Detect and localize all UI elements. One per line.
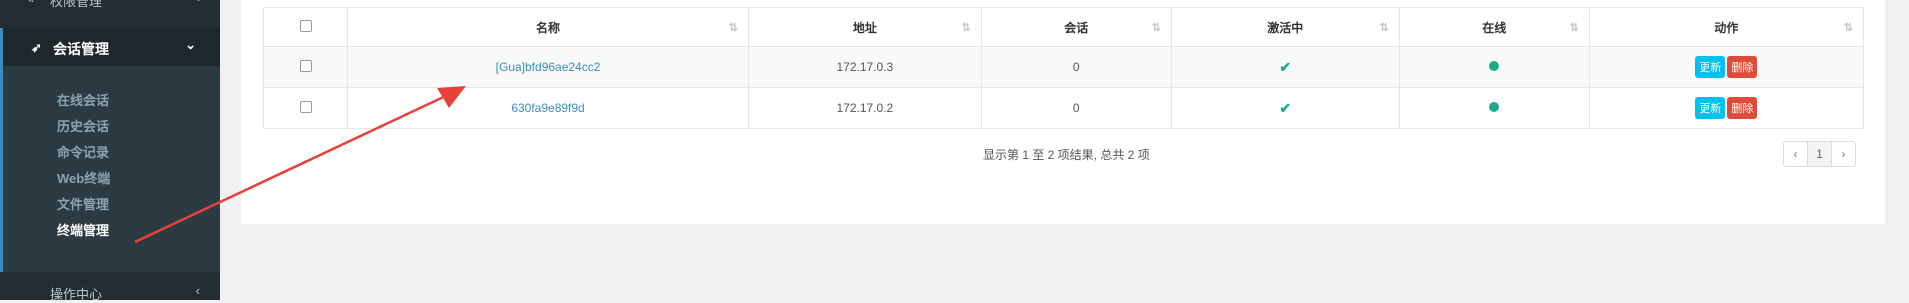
page-1-button[interactable]: 1 <box>1808 142 1832 166</box>
select-all-checkbox[interactable] <box>299 19 312 32</box>
edit-icon: ✎ <box>24 0 35 7</box>
column-header-label: 会话 <box>1064 20 1089 35</box>
sidebar-item-online-sessions[interactable]: 在线会话 <box>57 90 109 109</box>
sort-icon[interactable]: ⇅ <box>1844 21 1853 34</box>
column-header-label: 名称 <box>536 20 561 35</box>
name-cell: [Gua]bfd96ae24cc2 <box>347 46 749 88</box>
next-page-button[interactable]: › <box>1832 142 1855 166</box>
column-header-label: 激活中 <box>1267 20 1304 35</box>
column-header-sessions[interactable]: 会话 ⇅ <box>980 7 1172 47</box>
pagination-summary: 显示第 1 至 2 项结果, 总共 2 项 <box>983 148 1150 162</box>
sidebar-item-web-terminal[interactable]: Web终端 <box>57 168 110 187</box>
sidebar-item-file-management[interactable]: 文件管理 <box>57 194 109 213</box>
sidebar-item-session-management[interactable]: ➶ 会话管理 ⌄ <box>3 28 220 66</box>
column-header-active[interactable]: 激活中 ⇅ <box>1170 7 1400 47</box>
sort-icon[interactable]: ⇅ <box>1152 21 1161 34</box>
sidebar: ✎ 权限管理 ‹ ➶ 会话管理 ⌄ 在线会话 历史会话 命令记录 Web终端 文… <box>0 0 220 302</box>
sort-icon[interactable]: ⇅ <box>729 21 738 34</box>
active-cell: ✔ <box>1170 46 1400 88</box>
column-header-label: 在线 <box>1482 20 1507 35</box>
table-row: 630fa9e89f9d 172.17.0.2 0 ✔ 更新 删除 <box>262 87 1865 129</box>
online-cell <box>1398 46 1590 88</box>
sidebar-item-label: 操作中心 <box>50 287 103 302</box>
column-header-label: 地址 <box>852 20 877 35</box>
table-header-row: 名称 ⇅ 地址 ⇅ 会话 ⇅ 激活中 ⇅ 在线 ⇅ 动作 ⇅ <box>262 7 1865 47</box>
address-cell: 172.17.0.2 <box>747 87 982 129</box>
chevron-down-icon: ⌄ <box>185 37 196 52</box>
table-row: [Gua]bfd96ae24cc2 172.17.0.3 0 ✔ 更新 删除 <box>262 46 1865 88</box>
sidebar-item-history-sessions[interactable]: 历史会话 <box>57 116 109 135</box>
sort-icon[interactable]: ⇅ <box>1570 21 1579 34</box>
terminal-table: 名称 ⇅ 地址 ⇅ 会话 ⇅ 激活中 ⇅ 在线 ⇅ 动作 ⇅ [Gua]bfd96ae24c… <box>262 7 1865 129</box>
delete-button[interactable]: 删除 <box>1727 56 1758 78</box>
sidebar-item-terminal-management[interactable]: 终端管理 <box>57 220 109 239</box>
row-checkbox[interactable] <box>299 100 312 113</box>
chevron-left-icon: ‹ <box>196 0 200 5</box>
sessions-cell: 0 <box>980 46 1172 88</box>
column-header-actions[interactable]: 动作 ⇅ <box>1588 7 1865 47</box>
actions-cell: 更新 删除 <box>1588 46 1865 88</box>
row-checkbox[interactable] <box>299 59 312 72</box>
sidebar-item-label: 会话管理 <box>53 41 109 57</box>
online-status-dot <box>1489 61 1500 71</box>
delete-button[interactable]: 删除 <box>1727 97 1758 119</box>
row-select-cell <box>262 46 349 88</box>
online-cell <box>1398 87 1590 129</box>
column-header-label: 动作 <box>1714 20 1739 35</box>
terminal-name-link[interactable]: [Gua]bfd96ae24cc2 <box>496 60 601 74</box>
sidebar-item-command-log[interactable]: 命令记录 <box>57 142 109 161</box>
column-header-name[interactable]: 名称 ⇅ <box>347 7 749 47</box>
name-cell: 630fa9e89f9d <box>347 87 749 129</box>
column-header-address[interactable]: 地址 ⇅ <box>747 7 982 47</box>
sort-icon[interactable]: ⇅ <box>1379 21 1388 34</box>
active-cell: ✔ <box>1170 87 1400 129</box>
pagination: ‹ 1 › <box>1783 141 1856 167</box>
terminal-list-box: 名称 ⇅ 地址 ⇅ 会话 ⇅ 激活中 ⇅ 在线 ⇅ 动作 ⇅ [Gua]bfd96ae24c… <box>241 0 1885 224</box>
online-status-dot <box>1489 102 1500 112</box>
update-button[interactable]: 更新 <box>1695 56 1726 78</box>
actions-cell: 更新 删除 <box>1588 87 1865 129</box>
prev-page-button[interactable]: ‹ <box>1784 142 1808 166</box>
check-icon: ✔ <box>1279 99 1292 116</box>
sidebar-item-operations[interactable]: 操作中心 ‹ <box>0 280 220 302</box>
sidebar-item-label: 权限管理 <box>50 0 103 9</box>
select-all-cell <box>262 7 349 47</box>
column-header-online[interactable]: 在线 ⇅ <box>1398 7 1590 47</box>
chevron-left-icon: ‹ <box>195 283 200 298</box>
main-content: 名称 ⇅ 地址 ⇅ 会话 ⇅ 激活中 ⇅ 在线 ⇅ 动作 ⇅ [Gua]bfd96ae24c… <box>220 0 1909 292</box>
rocket-icon: ➶ <box>31 40 42 55</box>
terminal-name-link[interactable]: 630fa9e89f9d <box>511 101 584 115</box>
sessions-cell: 0 <box>980 87 1172 129</box>
address-cell: 172.17.0.3 <box>747 46 982 88</box>
sort-icon[interactable]: ⇅ <box>962 21 971 34</box>
check-icon: ✔ <box>1279 58 1292 75</box>
update-button[interactable]: 更新 <box>1695 97 1726 119</box>
row-select-cell <box>262 87 349 129</box>
sidebar-item-permissions[interactable]: ✎ 权限管理 ‹ <box>0 0 220 12</box>
session-menu: ➶ 会话管理 ⌄ 在线会话 历史会话 命令记录 Web终端 文件管理 终端管理 <box>0 28 220 272</box>
